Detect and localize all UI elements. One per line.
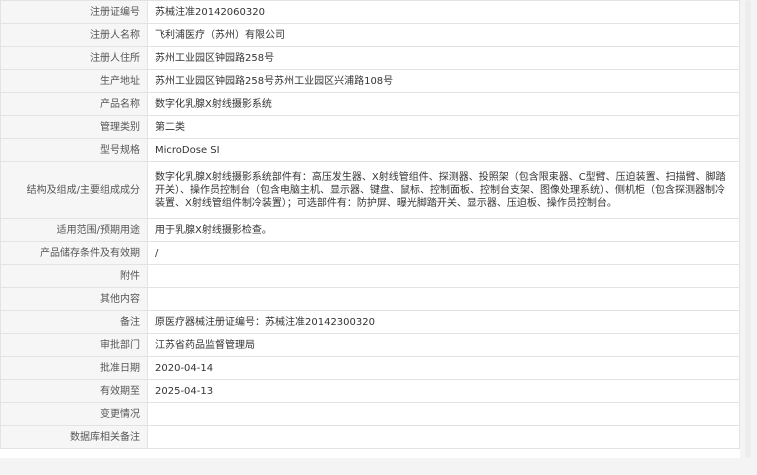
row-model-spec: 型号规格 MicroDose SI	[0, 138, 740, 162]
row-database-remarks: 数据库相关备注	[0, 425, 740, 449]
field-label: 适用范围/预期用途	[0, 218, 148, 242]
row-remarks: 备注 原医疗器械注册证编号：苏械注准20142300320	[0, 310, 740, 334]
field-value: 苏州工业园区钟园路258号	[147, 46, 740, 70]
row-valid-until: 有效期至 2025-04-13	[0, 379, 740, 403]
row-storage-validity: 产品储存条件及有效期 /	[0, 241, 740, 265]
row-other-content: 其他内容	[0, 287, 740, 311]
field-label: 批准日期	[0, 356, 148, 380]
field-label: 数据库相关备注	[0, 425, 148, 449]
field-label: 其他内容	[0, 287, 148, 311]
row-registrant-name: 注册人名称 飞利浦医疗（苏州）有限公司	[0, 23, 740, 47]
field-label: 结构及组成/主要组成成分	[0, 161, 148, 219]
field-value: 江苏省药品监督管理局	[147, 333, 740, 357]
row-production-address: 生产地址 苏州工业园区钟园路258号苏州工业园区兴浦路108号	[0, 69, 740, 93]
field-label: 注册人名称	[0, 23, 148, 47]
field-value	[147, 425, 740, 449]
row-product-name: 产品名称 数字化乳腺X射线摄影系统	[0, 92, 740, 116]
field-label: 备注	[0, 310, 148, 334]
field-label: 附件	[0, 264, 148, 288]
row-registrant-address: 注册人住所 苏州工业园区钟园路258号	[0, 46, 740, 70]
field-value: 数字化乳腺X射线摄影系统	[147, 92, 740, 116]
row-approval-date: 批准日期 2020-04-14	[0, 356, 740, 380]
field-value: 第二类	[147, 115, 740, 139]
field-value: 苏州工业园区钟园路258号苏州工业园区兴浦路108号	[147, 69, 740, 93]
row-structure-composition: 结构及组成/主要组成成分 数字化乳腺X射线摄影系统部件有：高压发生器、X射线管组…	[0, 161, 740, 219]
registration-detail-panel: 注册证编号 苏械注准20142060320 注册人名称 飞利浦医疗（苏州）有限公…	[0, 0, 740, 458]
registration-detail-table: 注册证编号 苏械注准20142060320 注册人名称 飞利浦医疗（苏州）有限公…	[0, 0, 740, 449]
field-value	[147, 287, 740, 311]
row-management-category: 管理类别 第二类	[0, 115, 740, 139]
field-value: /	[147, 241, 740, 265]
field-value	[147, 264, 740, 288]
field-value: 2020-04-14	[147, 356, 740, 380]
field-value: MicroDose SI	[147, 138, 740, 162]
field-label: 产品名称	[0, 92, 148, 116]
field-label: 型号规格	[0, 138, 148, 162]
row-registration-number: 注册证编号 苏械注准20142060320	[0, 0, 740, 24]
field-value: 2025-04-13	[147, 379, 740, 403]
field-value: 飞利浦医疗（苏州）有限公司	[147, 23, 740, 47]
field-label: 审批部门	[0, 333, 148, 357]
field-label: 注册人住所	[0, 46, 148, 70]
field-label: 变更情况	[0, 402, 148, 426]
field-label: 产品储存条件及有效期	[0, 241, 148, 265]
row-approval-department: 审批部门 江苏省药品监督管理局	[0, 333, 740, 357]
field-value	[147, 402, 740, 426]
row-change-status: 变更情况	[0, 402, 740, 426]
field-value: 原医疗器械注册证编号：苏械注准20142300320	[147, 310, 740, 334]
vertical-scrollbar[interactable]	[745, 0, 751, 458]
field-label: 管理类别	[0, 115, 148, 139]
field-label: 注册证编号	[0, 0, 148, 24]
field-value: 用于乳腺X射线摄影检查。	[147, 218, 740, 242]
field-label: 生产地址	[0, 69, 148, 93]
row-intended-use: 适用范围/预期用途 用于乳腺X射线摄影检查。	[0, 218, 740, 242]
field-label: 有效期至	[0, 379, 148, 403]
field-value: 苏械注准20142060320	[147, 0, 740, 24]
field-value: 数字化乳腺X射线摄影系统部件有：高压发生器、X射线管组件、探测器、投照架（包含限…	[147, 161, 740, 219]
row-attachments: 附件	[0, 264, 740, 288]
